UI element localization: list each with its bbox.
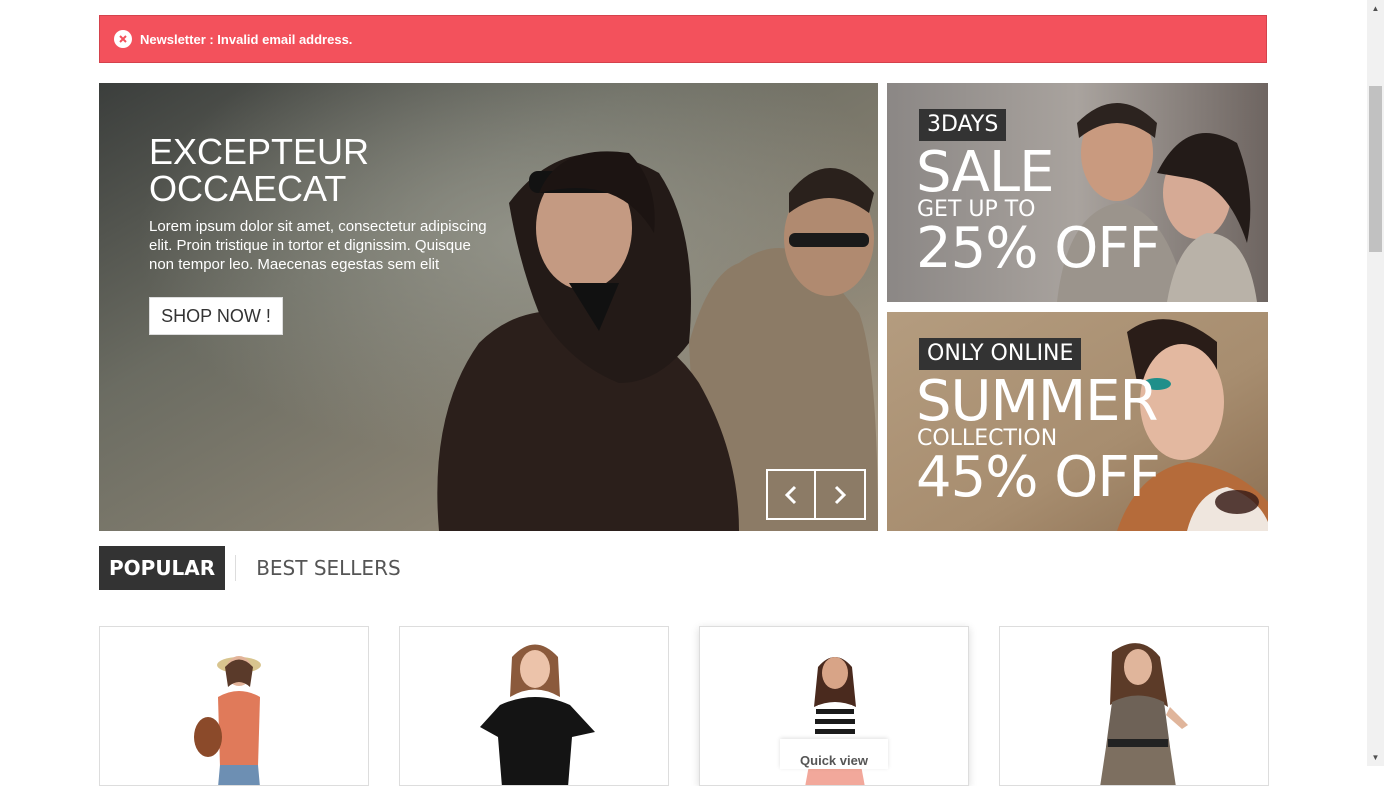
- slider-next-button[interactable]: [816, 469, 866, 520]
- tab-best-sellers[interactable]: BEST SELLERS: [256, 556, 400, 580]
- scroll-thumb[interactable]: [1369, 86, 1382, 252]
- chevron-right-icon: [834, 485, 847, 504]
- tab-divider: [235, 555, 237, 581]
- product-card[interactable]: [399, 626, 669, 786]
- page-scrollbar[interactable]: ▲ ▼: [1367, 0, 1384, 766]
- product-card[interactable]: [999, 626, 1269, 786]
- banner-summer-tag: ONLY ONLINE: [919, 338, 1082, 370]
- product-image: [1100, 643, 1188, 785]
- slider-prev-button[interactable]: [766, 469, 816, 520]
- chevron-left-icon: [784, 485, 797, 504]
- scroll-down-icon[interactable]: ▼: [1367, 749, 1384, 766]
- banner-sale-tag: 3DAYS: [919, 109, 1007, 141]
- product-image: [194, 656, 261, 785]
- banner-summer-title: SUMMER: [916, 369, 1158, 434]
- slide-title: EXCEPTEUR OCCAECAT: [149, 131, 370, 209]
- product-card[interactable]: Quick view: [699, 626, 969, 786]
- product-image: [480, 644, 595, 785]
- banner-sale-title: SALE: [916, 140, 1054, 205]
- slide-description: Lorem ipsum dolor sit amet, consectetur …: [149, 218, 487, 273]
- slider-nav: [766, 469, 867, 520]
- product-tabs: POPULAR BEST SELLERS: [99, 546, 401, 590]
- scroll-up-icon[interactable]: ▲: [1367, 0, 1384, 17]
- banner-sale-discount: 25% OFF: [916, 216, 1161, 281]
- hero-slider[interactable]: EXCEPTEUR OCCAECAT Lorem ipsum dolor sit…: [99, 83, 878, 531]
- newsletter-error-alert: Newsletter : Invalid email address.: [99, 15, 1267, 63]
- alert-message: Newsletter : Invalid email address.: [140, 31, 353, 47]
- close-circle-icon[interactable]: [114, 30, 132, 48]
- banner-sale[interactable]: 3DAYS SALE GET UP TO 25% OFF: [887, 83, 1268, 302]
- shop-now-button[interactable]: SHOP NOW !: [149, 297, 283, 335]
- banner-summer[interactable]: ONLY ONLINE SUMMER COLLECTION 45% OFF: [887, 312, 1268, 531]
- product-card[interactable]: [99, 626, 369, 786]
- quick-view-button[interactable]: Quick view: [780, 739, 888, 769]
- banner-summer-discount: 45% OFF: [916, 445, 1161, 510]
- tab-popular[interactable]: POPULAR: [99, 546, 226, 590]
